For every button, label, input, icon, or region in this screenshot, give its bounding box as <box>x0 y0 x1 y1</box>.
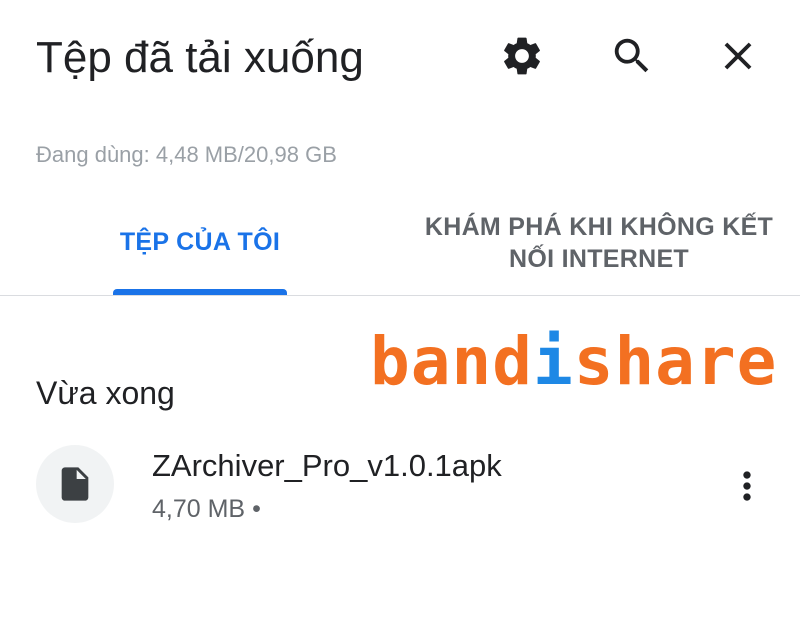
search-icon <box>614 38 649 73</box>
watermark-part-1: band <box>370 323 533 400</box>
file-list-item[interactable]: ZArchiver_Pro_v1.0.1apk 4,70 MB • <box>0 432 800 542</box>
close-button[interactable] <box>712 30 764 82</box>
section-title: Vừa xong <box>36 375 175 411</box>
file-icon <box>61 467 89 501</box>
watermark-part-2: i <box>532 323 574 400</box>
close-icon <box>724 42 752 70</box>
tab-offline-explore[interactable]: KHÁM PHÁ KHI KHÔNG KẾT NỐI INTERNET <box>414 211 784 275</box>
file-size: 4,70 MB <box>152 495 246 523</box>
settings-button[interactable] <box>496 30 548 82</box>
gear-icon <box>504 37 540 75</box>
file-more-button[interactable] <box>722 458 772 514</box>
search-button[interactable] <box>606 30 658 82</box>
tab-divider <box>0 295 800 296</box>
file-meta: 4,70 MB • <box>152 492 261 526</box>
file-name: ZArchiver_Pro_v1.0.1apk <box>152 448 502 483</box>
tab-my-files[interactable]: TỆP CỦA TÔI <box>60 226 340 258</box>
file-avatar <box>36 445 114 523</box>
storage-usage: Đang dùng: 4,48 MB/20,98 GB <box>36 142 337 167</box>
meta-separator: • <box>252 495 261 523</box>
more-vert-icon <box>743 471 751 501</box>
watermark-logo: bandishare <box>370 322 777 402</box>
watermark-part-3: share <box>573 323 778 400</box>
page-title: Tệp đã tải xuống <box>36 33 364 82</box>
